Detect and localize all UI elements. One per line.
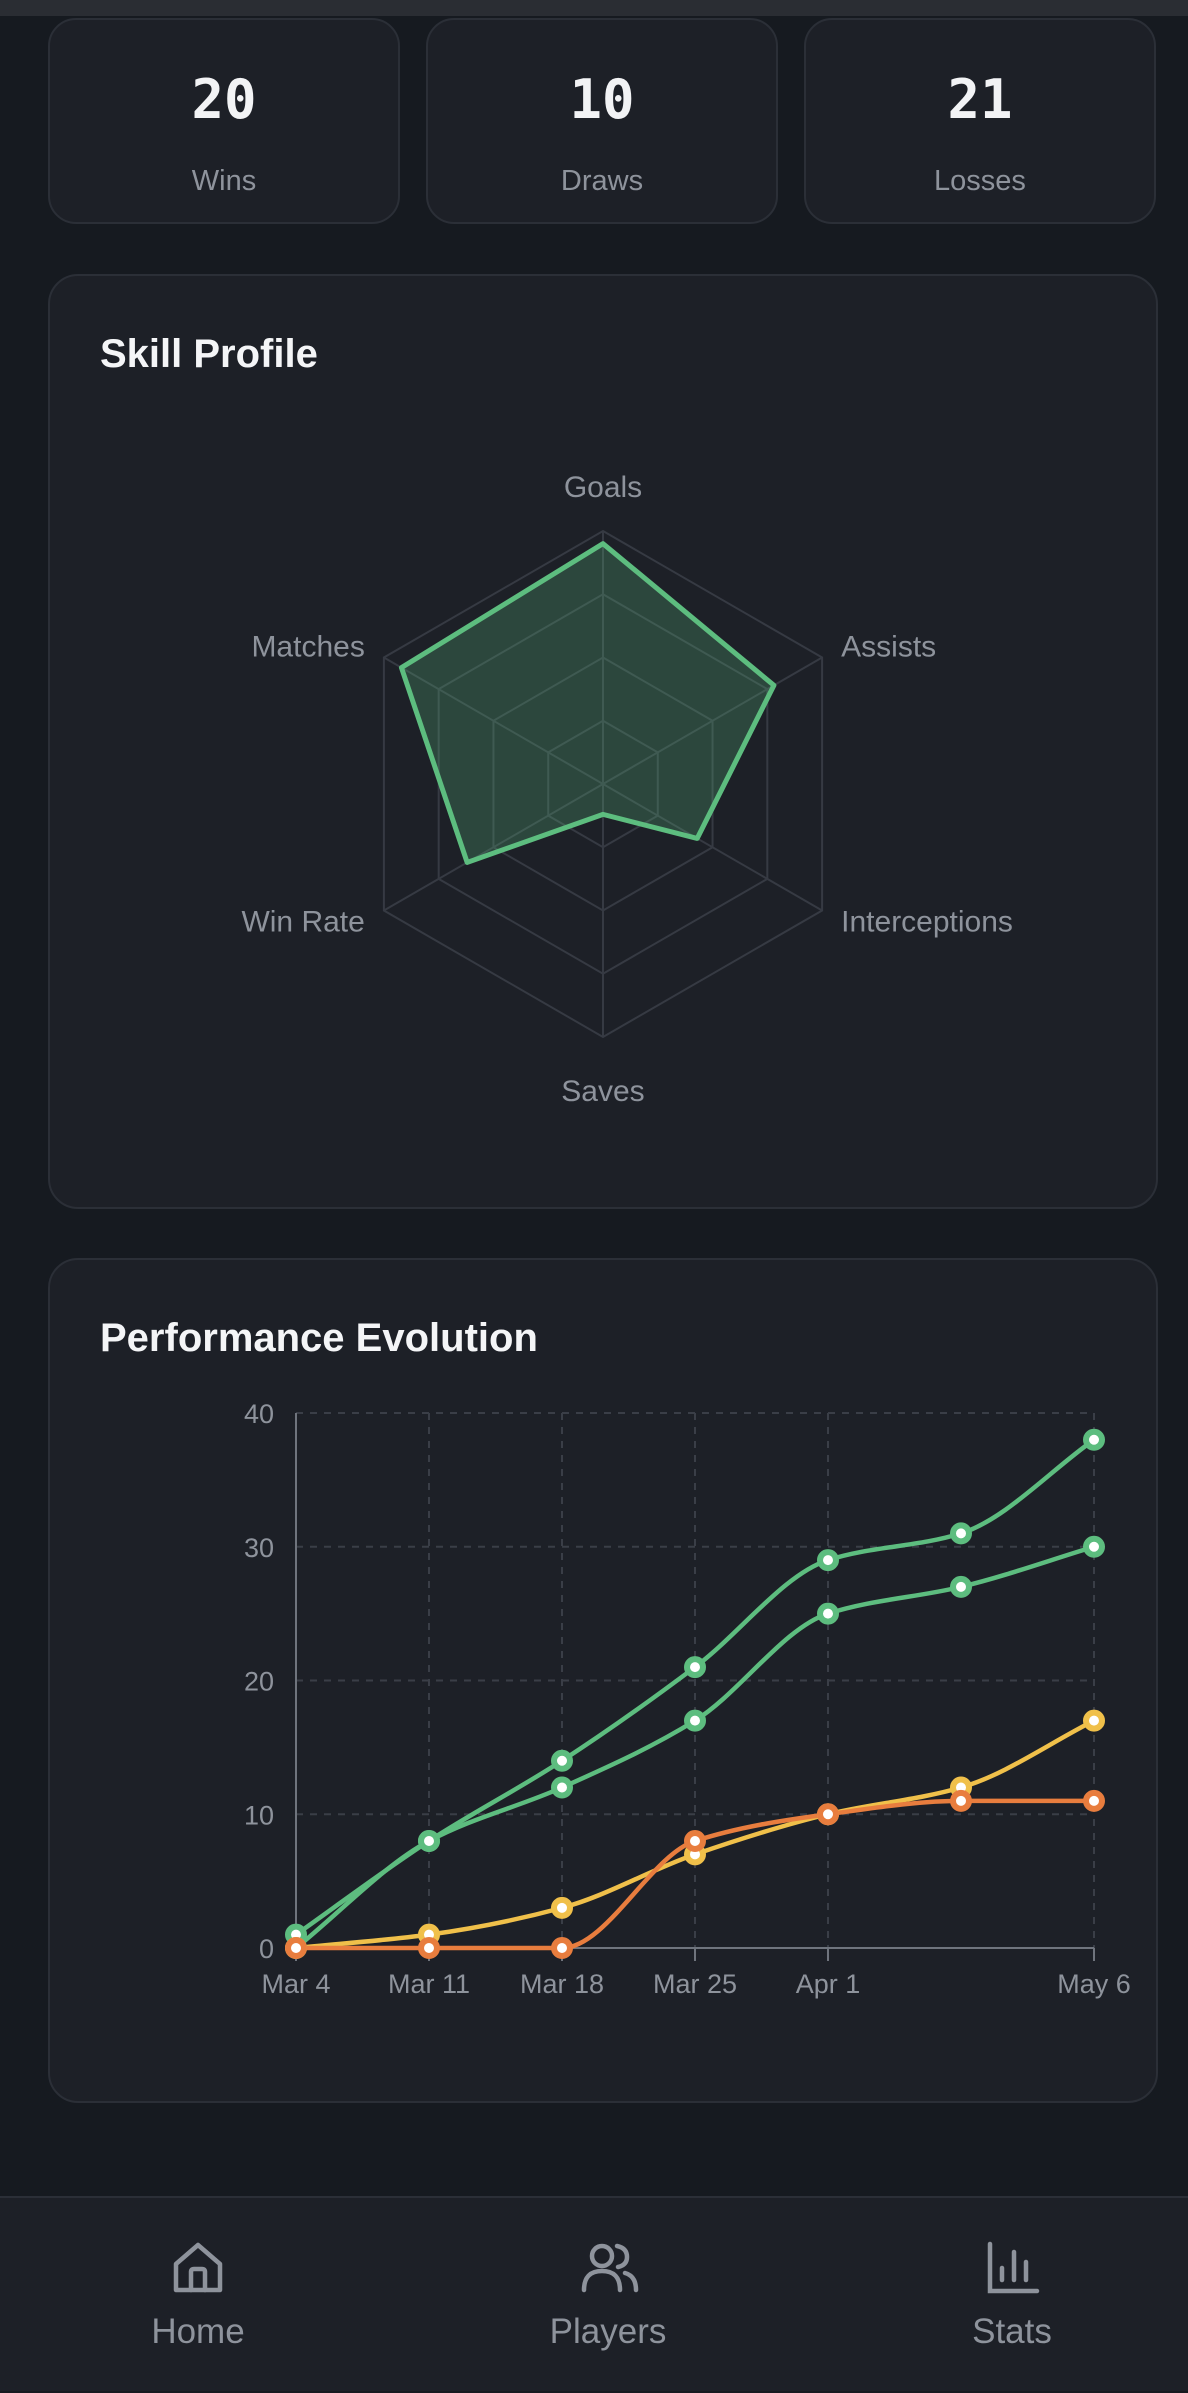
series-4-point	[551, 1937, 573, 1959]
series-4-point	[950, 1789, 972, 1812]
series-4-point	[1083, 1789, 1105, 1812]
series-2-point	[551, 1776, 573, 1799]
skill-profile-panel: Skill Profile Goals Assists Interceptions S…	[48, 274, 1158, 1209]
users-icon	[581, 2243, 639, 2293]
x-tick-label: Mar 25	[653, 1969, 737, 1999]
radar-axis-label-saves: Saves	[561, 1075, 644, 1108]
radar-axis-label-goals: Goals	[564, 471, 642, 504]
home-icon	[173, 2242, 223, 2293]
series-4-point	[684, 1830, 706, 1852]
x-tick-label: Mar 18	[520, 1969, 604, 1999]
series-1-point	[950, 1522, 972, 1545]
series-2-point	[817, 1602, 839, 1625]
series-2-point	[418, 1830, 440, 1852]
performance-panel: Performance Evolution 0 10 20 30 40 Mar 4 Mar …	[48, 1258, 1158, 2103]
nav-players[interactable]: Players	[478, 2198, 738, 2393]
radar-data-area	[398, 541, 777, 865]
series-4-point	[418, 1937, 440, 1959]
y-tick-label: 30	[244, 1533, 274, 1563]
x-tick-label: Mar 11	[388, 1969, 470, 1999]
performance-line-chart: 0 10 20 30 40 Mar 4 Mar 11 Mar 18 Mar 25 Apr 1 May…	[244, 1399, 1131, 1999]
series-1-point	[817, 1549, 839, 1572]
bottom-navigation: Home Players Stats	[0, 2196, 1188, 2391]
series-2-point	[1083, 1535, 1105, 1558]
draws-value: 10	[569, 68, 635, 131]
nav-home-label: Home	[151, 2312, 245, 2351]
radar-axis-label-matches: Matches	[251, 631, 364, 664]
radar-axis-label-interceptions: Interceptions	[841, 906, 1013, 939]
draws-card: 10 Draws	[426, 18, 778, 224]
radar-axis-label-assists: Assists	[841, 631, 936, 664]
series-3-point	[1083, 1709, 1105, 1732]
series-2-point	[684, 1709, 706, 1732]
series-3-point	[551, 1896, 573, 1919]
nav-stats[interactable]: Stats	[882, 2198, 1142, 2393]
nav-players-label: Players	[549, 2312, 667, 2351]
x-tick-label: May 6	[1057, 1969, 1131, 1999]
series-4-point	[285, 1937, 307, 1959]
wins-card: 20 Wins	[48, 18, 400, 224]
series-4-point	[817, 1803, 839, 1826]
series-1-point	[684, 1656, 706, 1679]
bar-chart-icon	[987, 2241, 1040, 2294]
nav-home[interactable]: Home	[68, 2198, 328, 2393]
draws-label: Draws	[560, 165, 644, 197]
losses-label: Losses	[934, 165, 1026, 197]
window-top-bar	[0, 0, 1188, 16]
losses-card: 21 Losses	[804, 18, 1156, 224]
skill-radar-chart: Goals Assists Interceptions Saves Win Rate Ma…	[241, 471, 1013, 1108]
y-tick-label: 10	[244, 1800, 274, 1830]
x-tick-label: Mar 4	[261, 1969, 330, 1999]
wins-value: 20	[191, 68, 257, 131]
series-2-point	[950, 1575, 972, 1598]
y-tick-label: 20	[244, 1667, 274, 1697]
series-1-point	[1083, 1428, 1105, 1451]
y-tick-label: 0	[259, 1934, 274, 1964]
series-1-point	[551, 1749, 573, 1772]
x-tick-label: Apr 1	[796, 1969, 861, 1999]
y-tick-label: 40	[244, 1399, 274, 1429]
radar-axis-label-win-rate: Win Rate	[241, 906, 364, 939]
wins-label: Wins	[191, 165, 257, 197]
losses-value: 21	[947, 68, 1013, 131]
series-2-line	[294, 1544, 1095, 1950]
nav-stats-label: Stats	[972, 2312, 1052, 2351]
